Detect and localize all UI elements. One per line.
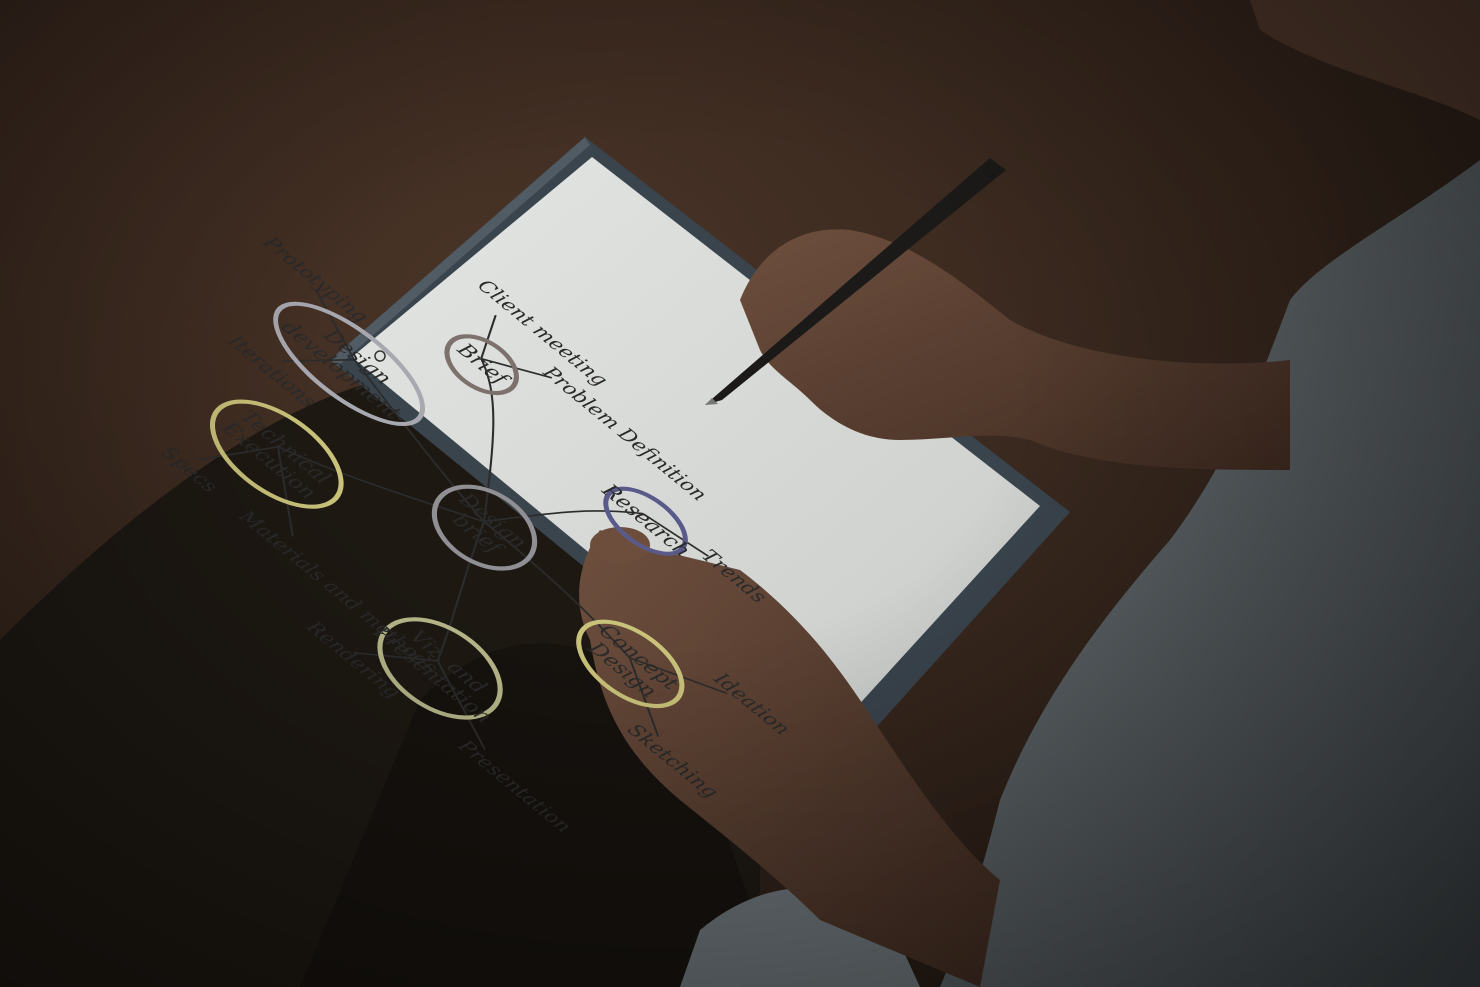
node-brief-label: Brief — [451, 340, 512, 390]
photo-scene: Design brief Brief Research Design devel… — [0, 0, 1480, 987]
